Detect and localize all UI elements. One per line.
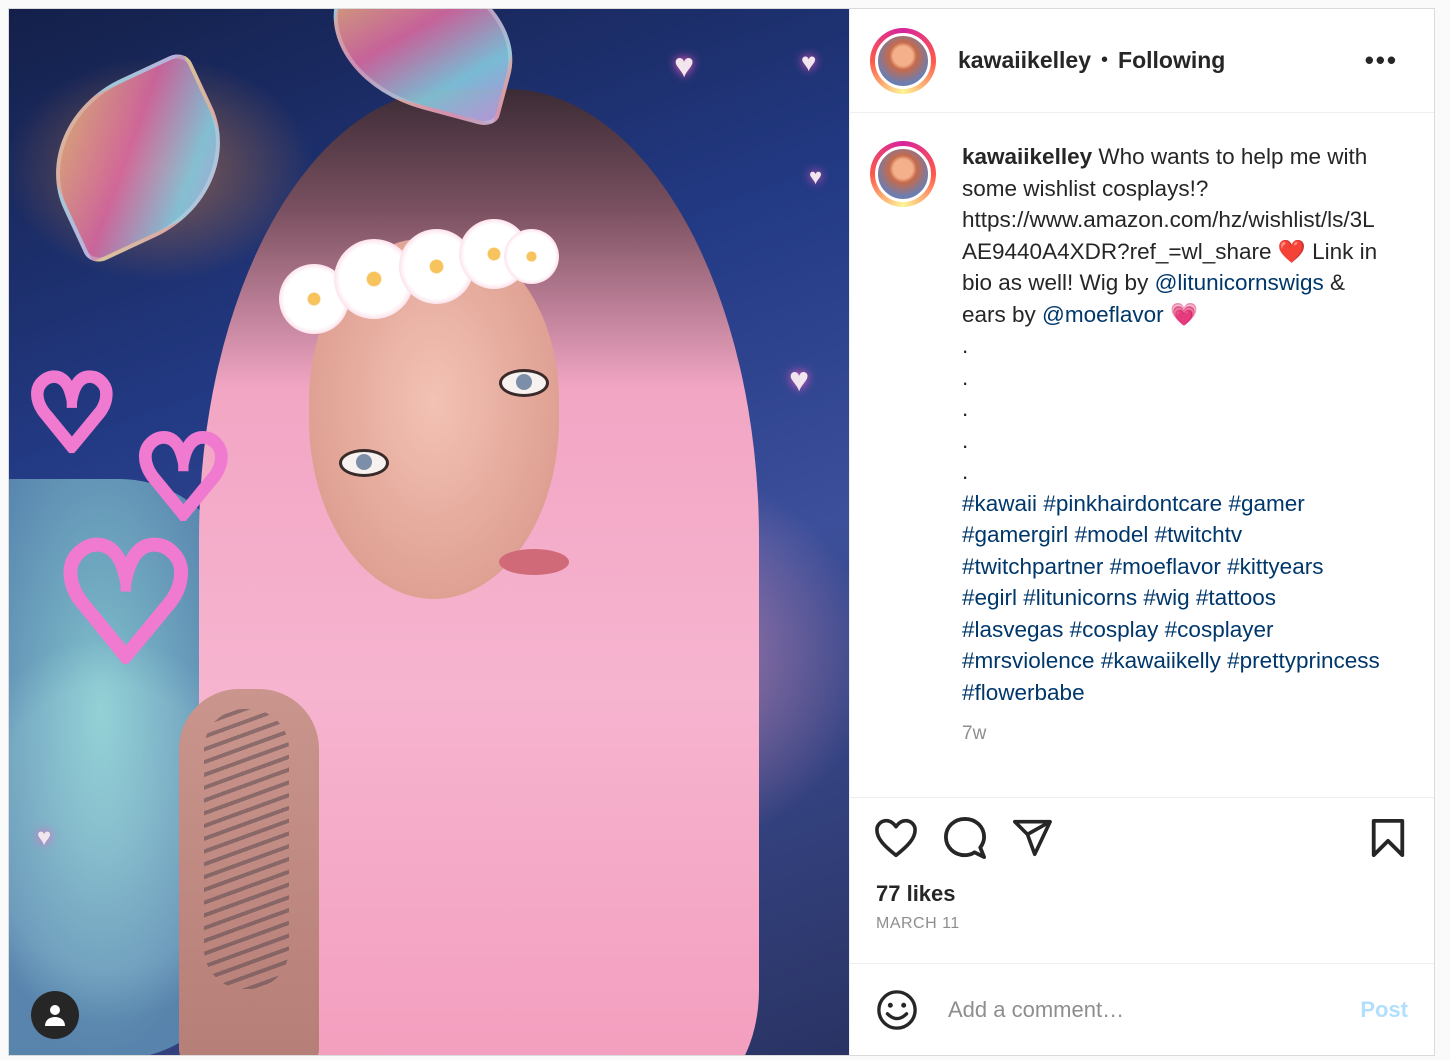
hashtag-link[interactable]: #mrsviolence: [962, 648, 1095, 673]
hashtag-link[interactable]: #lasvegas: [962, 617, 1063, 642]
following-button[interactable]: Following: [1118, 47, 1225, 74]
caption-dots: . . . . .: [962, 333, 969, 484]
avatar[interactable]: [870, 27, 936, 94]
comment-icon[interactable]: [944, 816, 986, 859]
person-icon[interactable]: [31, 991, 79, 1039]
heart-doodle-icon: ♡: [49, 514, 202, 693]
hashtag-list: #kawaii #pinkhairdontcare #gamer #gamerg…: [962, 488, 1382, 709]
caption-username[interactable]: kawaiikelley: [962, 144, 1092, 169]
flower-crown: [279, 214, 559, 334]
hashtag-link[interactable]: #kittyears: [1227, 554, 1323, 579]
post-time-ago[interactable]: 7w: [962, 718, 1382, 750]
post-header: kawaiikelley • Following •••: [850, 9, 1434, 113]
hashtag-link[interactable]: #flowerbabe: [962, 680, 1085, 705]
hashtag-link[interactable]: #prettyprincess: [1227, 648, 1380, 673]
header-username[interactable]: kawaiikelley: [958, 47, 1091, 74]
hashtag-link[interactable]: #egirl: [962, 585, 1017, 610]
post-comment-button[interactable]: Post: [1360, 997, 1408, 1023]
post-date: MARCH 11: [876, 915, 960, 932]
heart-doodle-icon: ♡: [22, 358, 122, 470]
post-sidebar: kawaiikelley • Following ••• kawaiikelle…: [849, 9, 1434, 1055]
mini-heart-icon: ♥: [37, 824, 52, 851]
hashtag-link[interactable]: #litunicorns: [1023, 585, 1137, 610]
caption-avatar[interactable]: [870, 141, 936, 207]
separator-dot: •: [1101, 49, 1109, 71]
hashtag-link[interactable]: #moeflavor: [1110, 554, 1221, 579]
right-eye: [499, 369, 549, 397]
hashtag-link[interactable]: #cosplayer: [1165, 617, 1274, 642]
pink-heart-emoji: 💗: [1169, 301, 1198, 327]
mini-heart-icon: ♥: [674, 47, 695, 85]
mini-heart-icon: ♥: [789, 361, 810, 399]
comment-bar: Post: [850, 963, 1434, 1055]
hashtag-link[interactable]: #kawaii: [962, 491, 1037, 516]
hashtag-link[interactable]: #twitchpartner: [962, 554, 1103, 579]
more-icon[interactable]: •••: [1365, 45, 1398, 76]
caption-area: kawaiikelley Who wants to help me with s…: [850, 113, 1434, 797]
hashtag-link[interactable]: #cosplay: [1070, 617, 1159, 642]
comment-input[interactable]: [946, 995, 1361, 1024]
lips: [499, 549, 569, 575]
tattoo: [204, 709, 289, 989]
caption-text: kawaiikelley Who wants to help me with s…: [962, 141, 1382, 797]
hashtag-link[interactable]: #gamergirl: [962, 522, 1068, 547]
heart-icon[interactable]: [874, 818, 918, 858]
bookmark-icon[interactable]: [1370, 818, 1406, 858]
mention-link[interactable]: @moeflavor: [1042, 302, 1164, 327]
post-container: ♡ ♡ ♡ ♥ ♥ ♥ ♥ ♥ kawaiikelley • Following…: [8, 8, 1435, 1056]
mention-link[interactable]: @litunicornswigs: [1155, 270, 1324, 295]
hashtag-link[interactable]: #model: [1075, 522, 1149, 547]
mini-heart-icon: ♥: [801, 47, 817, 77]
left-eye: [339, 449, 389, 477]
left-ear: [23, 48, 253, 268]
hashtag-link[interactable]: #kawaiikelly: [1101, 648, 1221, 673]
hashtag-link[interactable]: #wig: [1143, 585, 1189, 610]
share-icon[interactable]: [1012, 819, 1052, 857]
heart-emoji: ❤️: [1277, 238, 1306, 264]
likes-count[interactable]: 77 likes: [850, 881, 1434, 907]
hashtag-link[interactable]: #gamer: [1228, 491, 1304, 516]
hashtag-link[interactable]: #tattoos: [1196, 585, 1276, 610]
post-photo[interactable]: ♡ ♡ ♡ ♥ ♥ ♥ ♥ ♥: [9, 9, 849, 1055]
mini-heart-icon: ♥: [809, 164, 823, 189]
hashtag-link[interactable]: #twitchtv: [1155, 522, 1243, 547]
hashtag-link[interactable]: #pinkhairdontcare: [1043, 491, 1222, 516]
emoji-icon[interactable]: [876, 989, 918, 1031]
action-bar: [850, 797, 1434, 877]
